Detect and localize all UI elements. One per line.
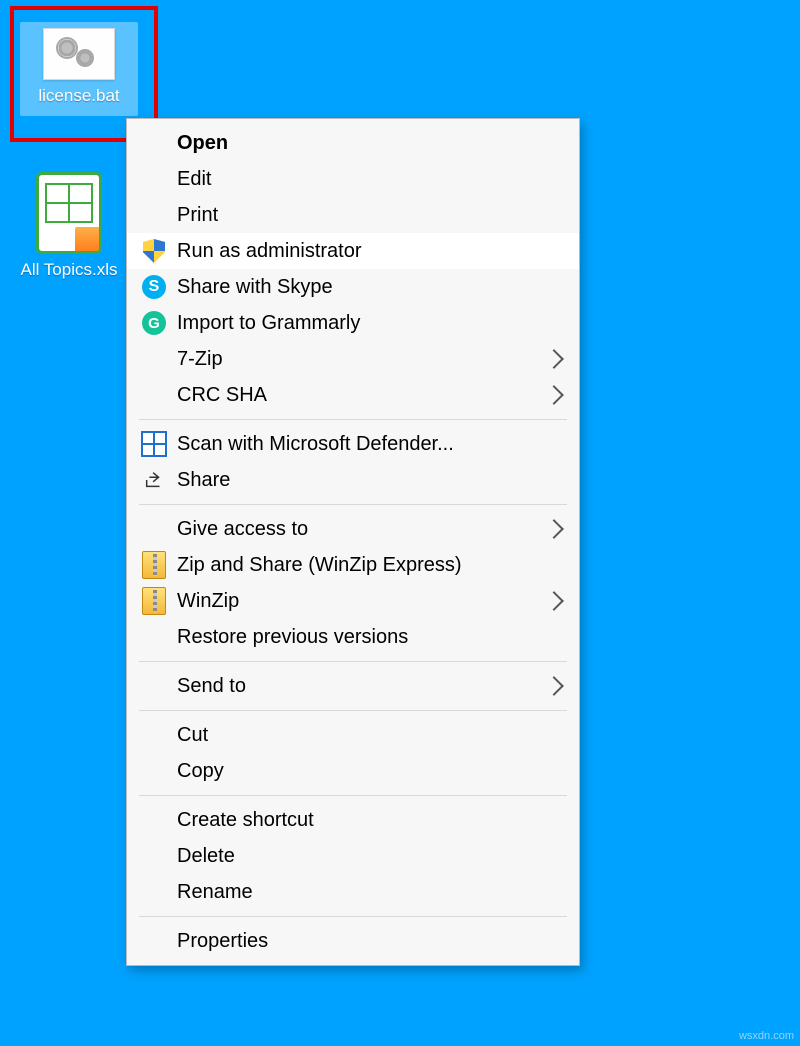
menu-separator xyxy=(139,710,567,711)
menu-item-print[interactable]: Print xyxy=(127,197,579,233)
blank-icon xyxy=(141,928,167,954)
blank-icon xyxy=(141,130,167,156)
desktop-icon-label: All Topics.xls xyxy=(14,260,124,280)
menu-item-share-with-skype[interactable]: Share with Skype xyxy=(127,269,579,305)
blank-icon xyxy=(141,807,167,833)
skype-icon xyxy=(141,274,167,300)
winzip-icon xyxy=(141,552,167,578)
menu-item-run-as-administrator[interactable]: Run as administrator xyxy=(127,233,579,269)
blank-icon xyxy=(141,673,167,699)
blank-icon xyxy=(141,843,167,869)
menu-item-winzip[interactable]: WinZip xyxy=(127,583,579,619)
menu-item-share[interactable]: Share xyxy=(127,462,579,498)
grammarly-icon xyxy=(141,310,167,336)
menu-separator xyxy=(139,795,567,796)
desktop-icon-label: license.bat xyxy=(24,86,134,106)
blank-icon xyxy=(141,722,167,748)
menu-item-create-shortcut[interactable]: Create shortcut xyxy=(127,802,579,838)
menu-item-open[interactable]: Open xyxy=(127,125,579,161)
menu-item-rename[interactable]: Rename xyxy=(127,874,579,910)
menu-item-zip-and-share[interactable]: Zip and Share (WinZip Express) xyxy=(127,547,579,583)
blank-icon xyxy=(141,202,167,228)
chevron-right-icon xyxy=(544,591,564,611)
menu-item-cut[interactable]: Cut xyxy=(127,717,579,753)
menu-item-give-access-to[interactable]: Give access to xyxy=(127,511,579,547)
xls-file-icon xyxy=(14,172,124,254)
bat-file-icon xyxy=(24,28,134,80)
menu-item-crc-sha[interactable]: CRC SHA xyxy=(127,377,579,413)
menu-item-copy[interactable]: Copy xyxy=(127,753,579,789)
chevron-right-icon xyxy=(544,349,564,369)
menu-separator xyxy=(139,419,567,420)
chevron-right-icon xyxy=(544,519,564,539)
menu-separator xyxy=(139,661,567,662)
menu-item-edit[interactable]: Edit xyxy=(127,161,579,197)
chevron-right-icon xyxy=(544,385,564,405)
blank-icon xyxy=(141,516,167,542)
menu-item-import-to-grammarly[interactable]: Import to Grammarly xyxy=(127,305,579,341)
menu-item-restore-previous-versions[interactable]: Restore previous versions xyxy=(127,619,579,655)
blank-icon xyxy=(141,624,167,650)
defender-icon xyxy=(141,431,167,457)
blank-icon xyxy=(141,879,167,905)
share-icon xyxy=(141,467,167,493)
blank-icon xyxy=(141,346,167,372)
blank-icon xyxy=(141,382,167,408)
menu-item-send-to[interactable]: Send to xyxy=(127,668,579,704)
menu-separator xyxy=(139,504,567,505)
desktop-icon-all-topics-xls[interactable]: All Topics.xls xyxy=(14,172,124,280)
menu-item-7zip[interactable]: 7-Zip xyxy=(127,341,579,377)
blank-icon xyxy=(141,758,167,784)
shield-icon xyxy=(141,238,167,264)
blank-icon xyxy=(141,166,167,192)
menu-item-scan-defender[interactable]: Scan with Microsoft Defender... xyxy=(127,426,579,462)
chevron-right-icon xyxy=(544,676,564,696)
context-menu: Open Edit Print Run as administrator Sha… xyxy=(126,118,580,966)
menu-item-properties[interactable]: Properties xyxy=(127,923,579,959)
menu-separator xyxy=(139,916,567,917)
desktop-icon-license-bat[interactable]: license.bat xyxy=(20,22,138,116)
menu-item-delete[interactable]: Delete xyxy=(127,838,579,874)
watermark: wsxdn.com xyxy=(739,1030,794,1042)
winzip-icon xyxy=(141,588,167,614)
